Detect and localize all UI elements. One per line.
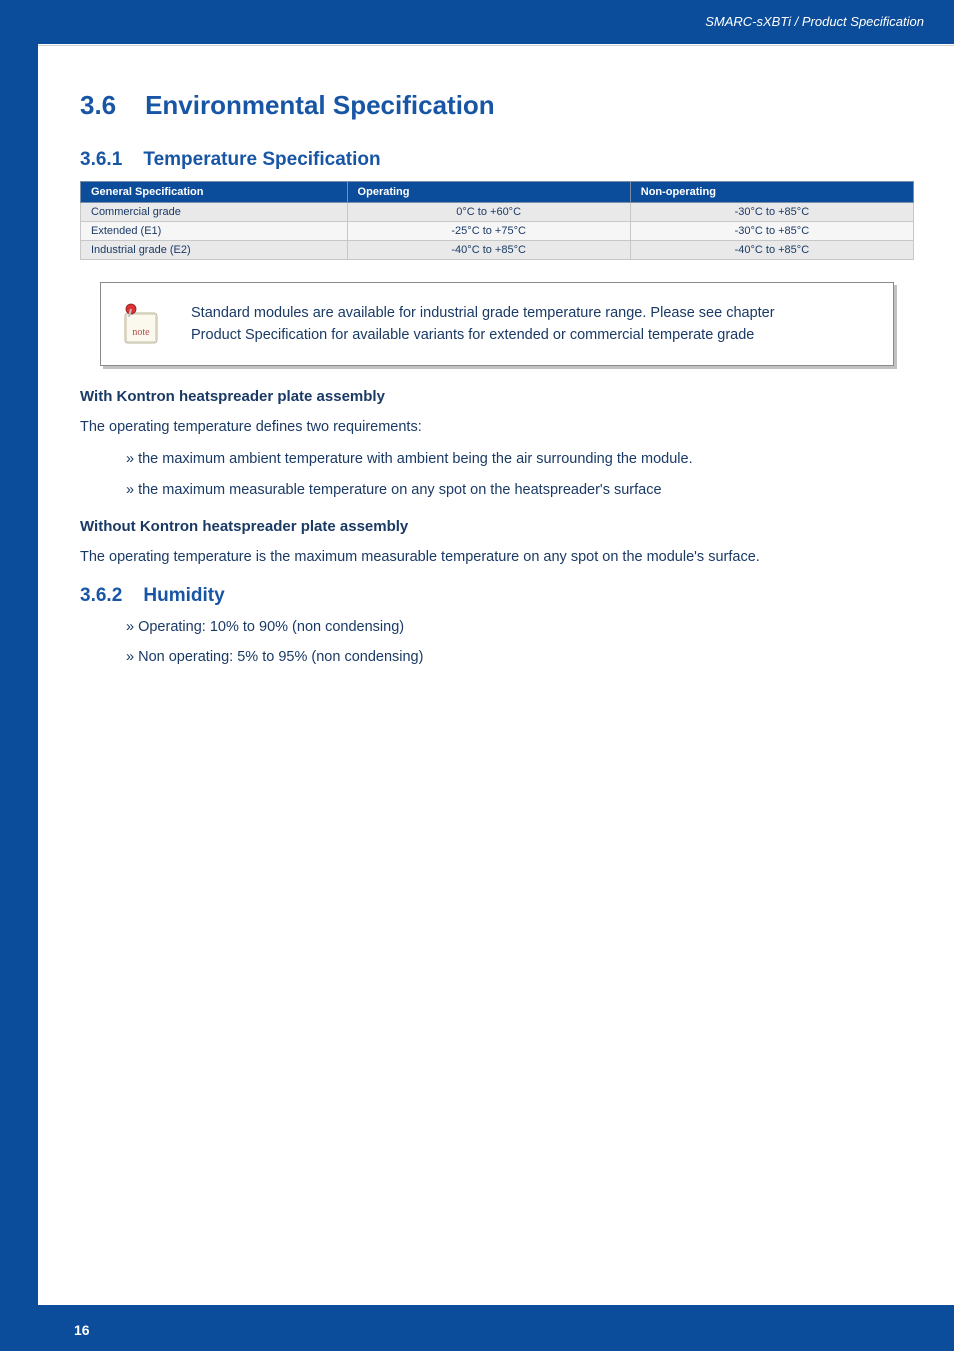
- table-row: Industrial grade (E2) -40°C to +85°C -40…: [81, 241, 914, 260]
- list-item: the maximum ambient temperature with amb…: [126, 449, 914, 469]
- table-header-row: General Specification Operating Non-oper…: [81, 182, 914, 203]
- content-area: 3.6 Environmental Specification 3.6.1 Te…: [80, 90, 914, 1291]
- page-number: 16: [74, 1322, 90, 1338]
- note-callout: note Standard modules are available for …: [100, 282, 894, 366]
- table-header-general: General Specification: [81, 182, 348, 203]
- list-item: Operating: 10% to 90% (non condensing): [126, 617, 914, 637]
- page: SMARC-sXBTi / Product Specification 3.6 …: [0, 0, 954, 1351]
- cell-label: Extended (E1): [81, 222, 348, 241]
- cell-operating: -25°C to +75°C: [347, 222, 630, 241]
- cell-nonop: -30°C to +85°C: [630, 203, 913, 222]
- note-text: Standard modules are available for indus…: [191, 302, 775, 347]
- breadcrumb: SMARC-sXBTi / Product Specification: [705, 14, 924, 29]
- note-line1: Standard modules are available for indus…: [191, 305, 775, 321]
- cell-operating: 0°C to +60°C: [347, 203, 630, 222]
- spec-table: General Specification Operating Non-oper…: [80, 181, 914, 260]
- table-header-nonoperating: Non-operating: [630, 182, 913, 203]
- left-blue-band: [0, 0, 38, 1351]
- subsection-num: 3.6.1: [80, 149, 122, 170]
- note-icon: note: [119, 299, 163, 349]
- subsection-heading: 3.6.2 Humidity: [80, 585, 914, 607]
- subsection-num: 3.6.2: [80, 585, 122, 606]
- cell-label: Commercial grade: [81, 203, 348, 222]
- with-hs-bullets: the maximum ambient temperature with amb…: [126, 449, 914, 500]
- cell-nonop: -30°C to +85°C: [630, 222, 913, 241]
- cell-label: Industrial grade (E2): [81, 241, 348, 260]
- table-row: Commercial grade 0°C to +60°C -30°C to +…: [81, 203, 914, 222]
- table-row: Extended (E1) -25°C to +75°C -30°C to +8…: [81, 222, 914, 241]
- header-band: SMARC-sXBTi / Product Specification: [38, 0, 954, 44]
- section-heading: 3.6 Environmental Specification: [80, 90, 914, 121]
- note-label: note: [132, 327, 150, 338]
- note-line2: Product Specification for available vari…: [191, 327, 754, 343]
- humidity-bullets: Operating: 10% to 90% (non condensing) N…: [126, 617, 914, 668]
- footer-band: 16: [38, 1305, 954, 1351]
- subsection-title: Temperature Specification: [143, 149, 380, 170]
- cell-nonop: -40°C to +85°C: [630, 241, 913, 260]
- table-header-operating: Operating: [347, 182, 630, 203]
- list-item: the maximum measurable temperature on an…: [126, 480, 914, 500]
- subsection-title: Humidity: [143, 585, 224, 606]
- without-hs-heading: Without Kontron heatspreader plate assem…: [80, 518, 914, 535]
- cell-operating: -40°C to +85°C: [347, 241, 630, 260]
- subsection-heading: 3.6.1 Temperature Specification: [80, 149, 914, 171]
- header-rule: [38, 44, 954, 46]
- with-hs-intro: The operating temperature defines two re…: [80, 417, 914, 437]
- note-box: note Standard modules are available for …: [100, 282, 894, 366]
- with-hs-heading: With Kontron heatspreader plate assembly: [80, 388, 914, 405]
- without-hs-text: The operating temperature is the maximum…: [80, 547, 914, 567]
- section-num: 3.6: [80, 90, 116, 120]
- list-item: Non operating: 5% to 95% (non condensing…: [126, 647, 914, 667]
- section-title: Environmental Specification: [145, 90, 495, 120]
